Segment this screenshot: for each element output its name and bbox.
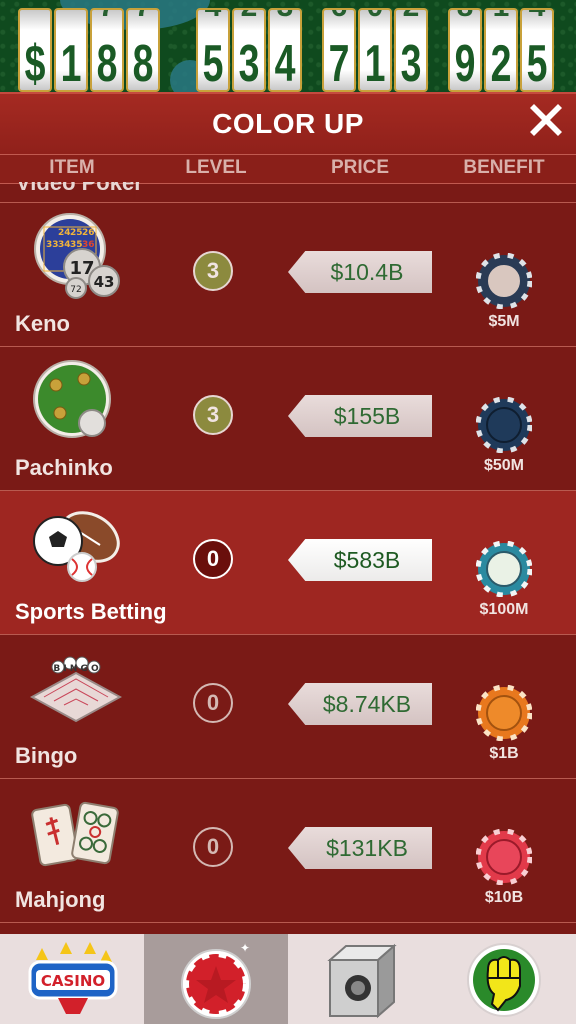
price-button[interactable]: $583B xyxy=(288,539,432,581)
chip-icon xyxy=(476,541,532,597)
reel-group-millions: $ 1 78 78 xyxy=(18,8,160,92)
list-item-mahjong[interactable]: Mahjong 0 $131KB $10B xyxy=(0,779,576,923)
panel-header: COLOR UP xyxy=(0,92,576,156)
counter-reel: 89 xyxy=(448,8,482,92)
list-item-sports-betting[interactable]: Sports Betting 0 $583B $100M xyxy=(0,491,576,635)
keno-icon: 24 25 26 33 34 35 36 17 43 72 xyxy=(34,213,120,299)
list-item-bingo[interactable]: B I N G O Bingo 0 $8.74KB $1B xyxy=(0,635,576,779)
item-name: Keno xyxy=(15,311,70,336)
counter-reel: 34 xyxy=(268,8,302,92)
tab-color-up[interactable]: ✦ xyxy=(144,934,288,1024)
list-item-partial: Video Poker xyxy=(0,182,576,203)
benefit-value: $1B xyxy=(489,745,519,762)
level-badge: 3 xyxy=(193,251,233,291)
counter-reel: 45 xyxy=(196,8,230,92)
svg-text:✦: ✦ xyxy=(240,941,250,955)
item-name: Video Poker xyxy=(16,182,143,195)
counter-reel: 23 xyxy=(394,8,428,92)
reel-group-thousands: 45 23 34 xyxy=(196,8,302,92)
level-badge: 0 xyxy=(193,539,233,579)
item-name: Pachinko xyxy=(15,455,113,480)
level-badge: 0 xyxy=(193,683,233,723)
list-item-pachinko[interactable]: Pachinko 3 $155B $50M xyxy=(0,347,576,491)
chip-icon xyxy=(476,829,532,885)
safe-icon xyxy=(327,943,397,1019)
mahjong-icon xyxy=(31,801,119,867)
svg-text:33: 33 xyxy=(46,240,59,250)
counter-reel: 23 xyxy=(232,8,266,92)
item-name: Sports Betting xyxy=(15,599,167,624)
pachinko-icon xyxy=(33,360,111,438)
svg-text:B I N G O: B I N G O xyxy=(53,664,99,674)
chip-icon xyxy=(476,685,532,741)
reel-group-hundreds: 67 01 23 xyxy=(322,8,428,92)
counter-reel: 45 xyxy=(520,8,554,92)
tab-vault[interactable] xyxy=(288,934,432,1024)
column-header-level: LEVEL xyxy=(185,157,247,178)
column-headers: ITEM LEVEL PRICE BENEFIT xyxy=(0,154,576,184)
chip-icon xyxy=(476,397,532,453)
close-icon[interactable] xyxy=(524,98,568,142)
sports-betting-icon xyxy=(33,511,120,582)
price-button[interactable]: $155B xyxy=(288,395,432,437)
svg-text:34: 34 xyxy=(58,240,71,250)
money-counter: $ 1 78 78 45 23 34 67 01 23 89 12 45 xyxy=(0,0,576,92)
item-name: Mahjong xyxy=(15,887,106,912)
price-button[interactable]: $131KB xyxy=(288,827,432,869)
svg-text:43: 43 xyxy=(94,273,115,291)
svg-text:72: 72 xyxy=(70,285,81,295)
chip-stack-icon: ✦ xyxy=(181,941,251,1019)
svg-text:25: 25 xyxy=(70,228,83,238)
fist-icon xyxy=(467,943,541,1017)
casino-sign-icon: CASINO xyxy=(28,942,118,1014)
casino-label: CASINO xyxy=(41,972,105,990)
bingo-icon: B I N G O xyxy=(30,656,122,723)
price-button[interactable]: $10.4B xyxy=(288,251,432,293)
benefit-value: $10B xyxy=(484,889,524,906)
panel-title: COLOR UP xyxy=(212,108,364,139)
counter-reel: 12 xyxy=(484,8,518,92)
counter-reel: 1 xyxy=(54,8,88,92)
benefit-value: $50M xyxy=(483,457,525,474)
counter-reel: 78 xyxy=(126,8,160,92)
price-button[interactable]: $8.74KB xyxy=(288,683,432,725)
benefit-value: $100M xyxy=(479,601,529,618)
level-badge: 0 xyxy=(193,827,233,867)
list-item-keno[interactable]: 24 25 26 33 34 35 36 17 43 72 Keno 3 $10.4B $… xyxy=(0,203,576,347)
counter-reel: $ xyxy=(18,8,52,92)
tab-casino[interactable]: CASINO xyxy=(0,934,144,1024)
bottom-nav: CASINO ✦ xyxy=(0,934,576,1024)
upgrade-list[interactable]: Video Poker 24 25 26 33 34 35 36 17 43 72 Ken… xyxy=(0,182,576,934)
column-header-price: PRICE xyxy=(330,157,390,178)
chip-icon xyxy=(476,253,532,309)
counter-reel: 78 xyxy=(90,8,124,92)
column-header-item: ITEM xyxy=(49,157,95,178)
tab-power[interactable] xyxy=(432,934,576,1024)
item-name: Bingo xyxy=(15,743,78,768)
counter-reel: 67 xyxy=(322,8,356,92)
svg-text:26: 26 xyxy=(82,228,95,238)
svg-text:24: 24 xyxy=(58,228,71,238)
reel-group-units: 89 12 45 xyxy=(448,8,554,92)
level-badge: 3 xyxy=(193,395,233,435)
counter-reel: 01 xyxy=(358,8,392,92)
column-header-benefit: BENEFIT xyxy=(463,157,545,178)
benefit-value: $5M xyxy=(488,313,520,330)
